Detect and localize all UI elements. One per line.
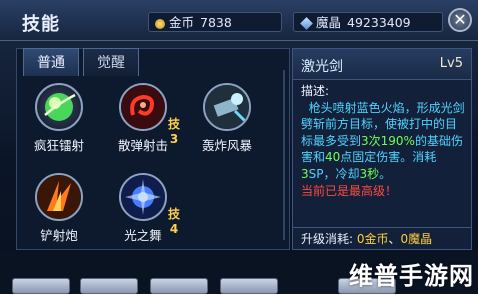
crystal-gem-icon: [300, 17, 313, 30]
crystal-label: 魔晶: [316, 15, 342, 30]
desc-cooldown-suffix: 。: [379, 166, 392, 181]
tab-awaken[interactable]: 觉醒: [83, 48, 139, 76]
skill-slot-2[interactable]: 散弹射击 技3: [103, 83, 183, 154]
gold-value: 7838: [200, 15, 232, 30]
upgrade-cost-gold: 0金币: [356, 232, 389, 246]
crystal-value: 49233409: [347, 15, 411, 30]
skill-detail-name: 激光剑: [301, 59, 343, 75]
green-orb-icon: [35, 83, 83, 131]
max-level-note: 当前已是最高级！: [301, 183, 398, 198]
window-title: 技能: [22, 14, 60, 35]
gold-label: 金币: [169, 15, 195, 30]
skill-slot-5[interactable]: 光之舞 技4: [103, 173, 183, 244]
desc-fixed-damage: 40: [325, 150, 341, 165]
skill-detail-level: Lv5: [439, 56, 463, 71]
desc-cooldown-prefix: ，冷却: [323, 166, 360, 181]
panel-scrollbar[interactable]: [283, 70, 285, 240]
bottom-button-1[interactable]: [12, 278, 70, 294]
tab-normal[interactable]: 普通: [23, 48, 79, 76]
red-swirl-icon: [119, 83, 167, 131]
desc-text-3: 点固定伤害。消耗: [340, 150, 437, 165]
desc-sp-unit: SP: [308, 166, 324, 181]
gold-coin-icon: [155, 18, 165, 29]
skill-level-badge: 技3: [167, 117, 180, 146]
upgrade-cost: 升级消耗: 0金币、0魔晶: [293, 227, 471, 250]
skill-window: 技能 金币 7838 魔晶 49233409 ✕ 普通 觉醒 疯狂镭射 散弹射击 技…: [0, 0, 478, 294]
bottom-button-2[interactable]: [80, 278, 138, 294]
close-button[interactable]: ✕: [448, 8, 472, 32]
crystal-display: 魔晶 49233409: [293, 12, 443, 32]
upgrade-cost-crystal: 0魔晶: [400, 232, 433, 246]
cannon-blast-icon: [203, 83, 251, 131]
bottom-button-4[interactable]: [220, 278, 278, 294]
skill-description: 描述: 枪头喷射蓝色火焰，形成光剑劈斩前方目标，使被打中的目标最多受到3次190…: [301, 83, 465, 199]
skill-level-badge: 技4: [167, 207, 180, 236]
title-bar: 技能 金币 7838 魔晶 49233409 ✕: [0, 0, 478, 41]
gold-display: 金币 7838: [148, 12, 282, 32]
skill-slot-1[interactable]: 疯狂镭射: [19, 83, 99, 154]
desc-sp-cost: 3: [301, 166, 309, 181]
skill-name: 铲射炮: [40, 228, 78, 243]
close-icon: ✕: [453, 10, 467, 29]
skill-list-panel: 普通 觉醒 疯狂镭射 散弹射击 技3 轰炸风暴 铲射炮 光之舞 技4: [16, 48, 290, 250]
skill-slot-4[interactable]: 铲射炮: [19, 173, 99, 244]
watermark: 维普手游网: [349, 262, 474, 290]
description-text: 枪头喷射蓝色火焰，形成光剑劈斩前方目标，使被打中的目标最多受到3次190%的基础…: [301, 100, 465, 183]
skill-detail-panel: 激光剑 Lv5 描述: 枪头喷射蓝色火焰，形成光剑劈斩前方目标，使被打中的目标最…: [292, 48, 472, 250]
desc-hits: 3次: [361, 133, 381, 148]
upgrade-cost-separator: 、: [388, 232, 401, 246]
desc-cooldown: 3秒: [359, 166, 380, 181]
bottom-button-3[interactable]: [150, 278, 208, 294]
skill-detail-header: 激光剑 Lv5: [293, 49, 471, 80]
desc-percent: 190%: [380, 133, 415, 148]
fire-blades-icon: [35, 173, 83, 221]
skill-name: 疯狂镭射: [33, 138, 84, 153]
upgrade-cost-label: 升级消耗:: [301, 232, 354, 246]
skill-name: 轰炸风暴: [201, 138, 252, 153]
description-label: 描述:: [301, 84, 330, 98]
skill-slot-3[interactable]: 轰炸风暴: [187, 83, 267, 154]
blue-burst-icon: [119, 173, 167, 221]
